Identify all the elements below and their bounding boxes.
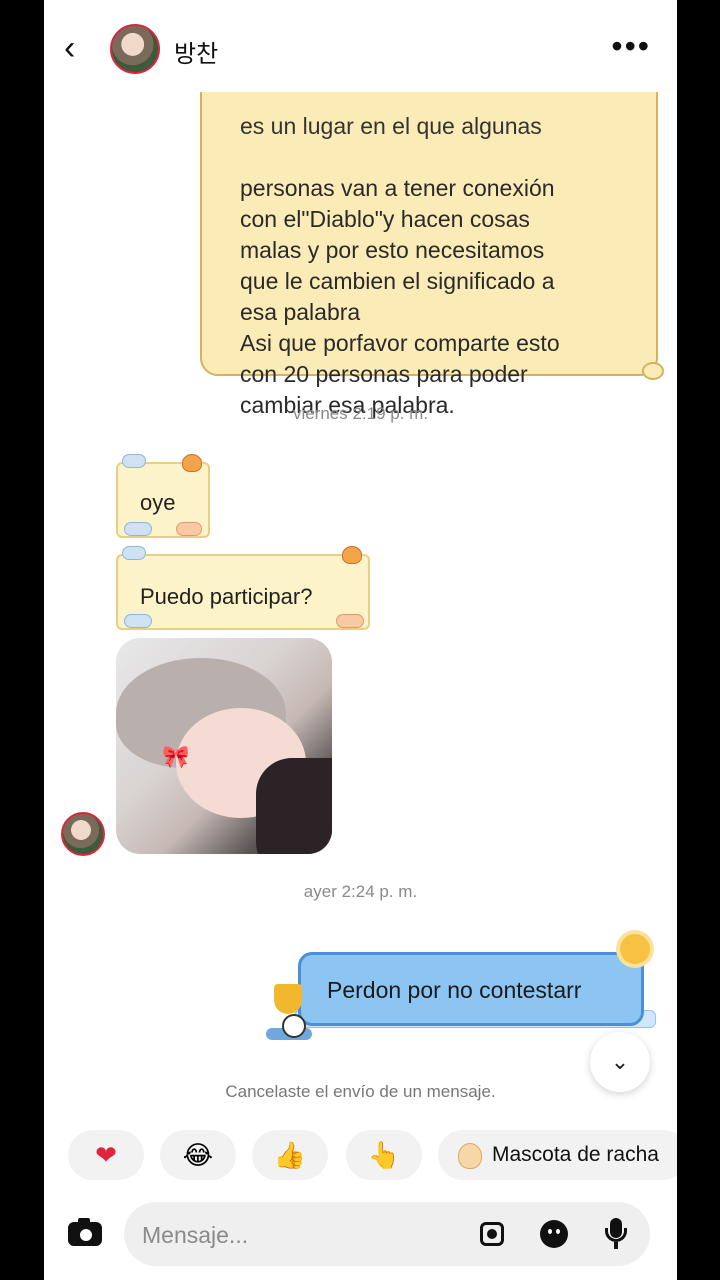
- paw-decoration-icon: [176, 522, 202, 536]
- bunny-decoration-icon: [122, 546, 146, 560]
- scroll-curl-decoration: [642, 362, 664, 380]
- camera-icon[interactable]: [66, 1214, 104, 1252]
- more-horizontal-icon[interactable]: •••: [611, 26, 651, 66]
- message-text: Puedo participar?: [140, 584, 313, 609]
- received-message-bubble[interactable]: Puedo participar?: [116, 546, 370, 630]
- microphone-icon[interactable]: [600, 1218, 632, 1250]
- contact-avatar[interactable]: [110, 24, 160, 74]
- letter-body: personas van a tener conexión con el"Dia…: [240, 175, 560, 418]
- message-placeholder: Mensaje...: [142, 1222, 249, 1248]
- bow-icon: 🎀: [162, 744, 190, 769]
- bunny-decoration-icon: [122, 454, 146, 468]
- streak-mascot-chip[interactable]: Mascota de racha: [438, 1130, 677, 1180]
- paw-decoration-icon: [336, 614, 364, 628]
- timestamp: ayer 2:24 p. m.: [303, 882, 418, 901]
- reaction-chip[interactable]: ❤: [68, 1130, 144, 1180]
- unsent-message-notice: Cancelaste el envío de un mensaje.: [225, 1082, 496, 1101]
- chat-screen: es un lugar en el que algunas personas v…: [44, 0, 677, 1280]
- cat-decoration-icon: [342, 546, 362, 564]
- received-letter-bubble[interactable]: es un lugar en el que algunas personas v…: [200, 70, 664, 418]
- received-photo[interactable]: 🎀: [116, 638, 332, 854]
- reaction-chip[interactable]: 👍: [252, 1130, 328, 1180]
- received-message-bubble[interactable]: oye: [116, 454, 210, 538]
- reaction-chip[interactable]: 👆: [346, 1130, 422, 1180]
- chevron-left-icon[interactable]: ‹: [64, 30, 90, 70]
- laughing-face-icon: 😂: [182, 1140, 214, 1170]
- quick-reactions-bar: ❤ 😂 👍 👆 Mascota de racha: [68, 1130, 677, 1180]
- paw-decoration-icon: [124, 614, 152, 628]
- message-text: Perdon por no contestarr: [327, 977, 582, 1003]
- sun-decoration-icon: [620, 934, 650, 964]
- chat-header: ‹ 방찬 •••: [44, 0, 677, 92]
- paw-decoration-icon: [124, 522, 152, 536]
- letter-cut-line: es un lugar en el que algunas: [240, 113, 542, 139]
- sender-avatar[interactable]: [61, 812, 105, 856]
- contact-name[interactable]: 방찬: [174, 34, 218, 69]
- sticker-icon[interactable]: [538, 1218, 570, 1250]
- message-input[interactable]: Mensaje...: [124, 1202, 650, 1266]
- chip-label: Mascota de racha: [492, 1143, 659, 1166]
- chevron-down-icon: ⌄: [610, 1049, 630, 1074]
- heart-icon: ❤: [95, 1140, 117, 1170]
- thumbs-up-icon: 👍: [273, 1140, 307, 1170]
- message-text: oye: [140, 490, 176, 515]
- sent-message-bubble[interactable]: Perdon por no contestarr: [298, 952, 644, 1026]
- reaction-chip[interactable]: 😂: [160, 1130, 236, 1180]
- pointing-hand-icon: 👆: [367, 1140, 401, 1170]
- letter-text: es un lugar en el que algunas personas v…: [240, 80, 620, 421]
- timestamp: viernes 2:19 p. m.: [292, 404, 429, 423]
- gallery-icon[interactable]: [476, 1218, 508, 1250]
- cat-decoration-icon: [182, 454, 202, 472]
- trophy-decoration-icon: [266, 984, 312, 1044]
- egg-icon: [458, 1143, 482, 1169]
